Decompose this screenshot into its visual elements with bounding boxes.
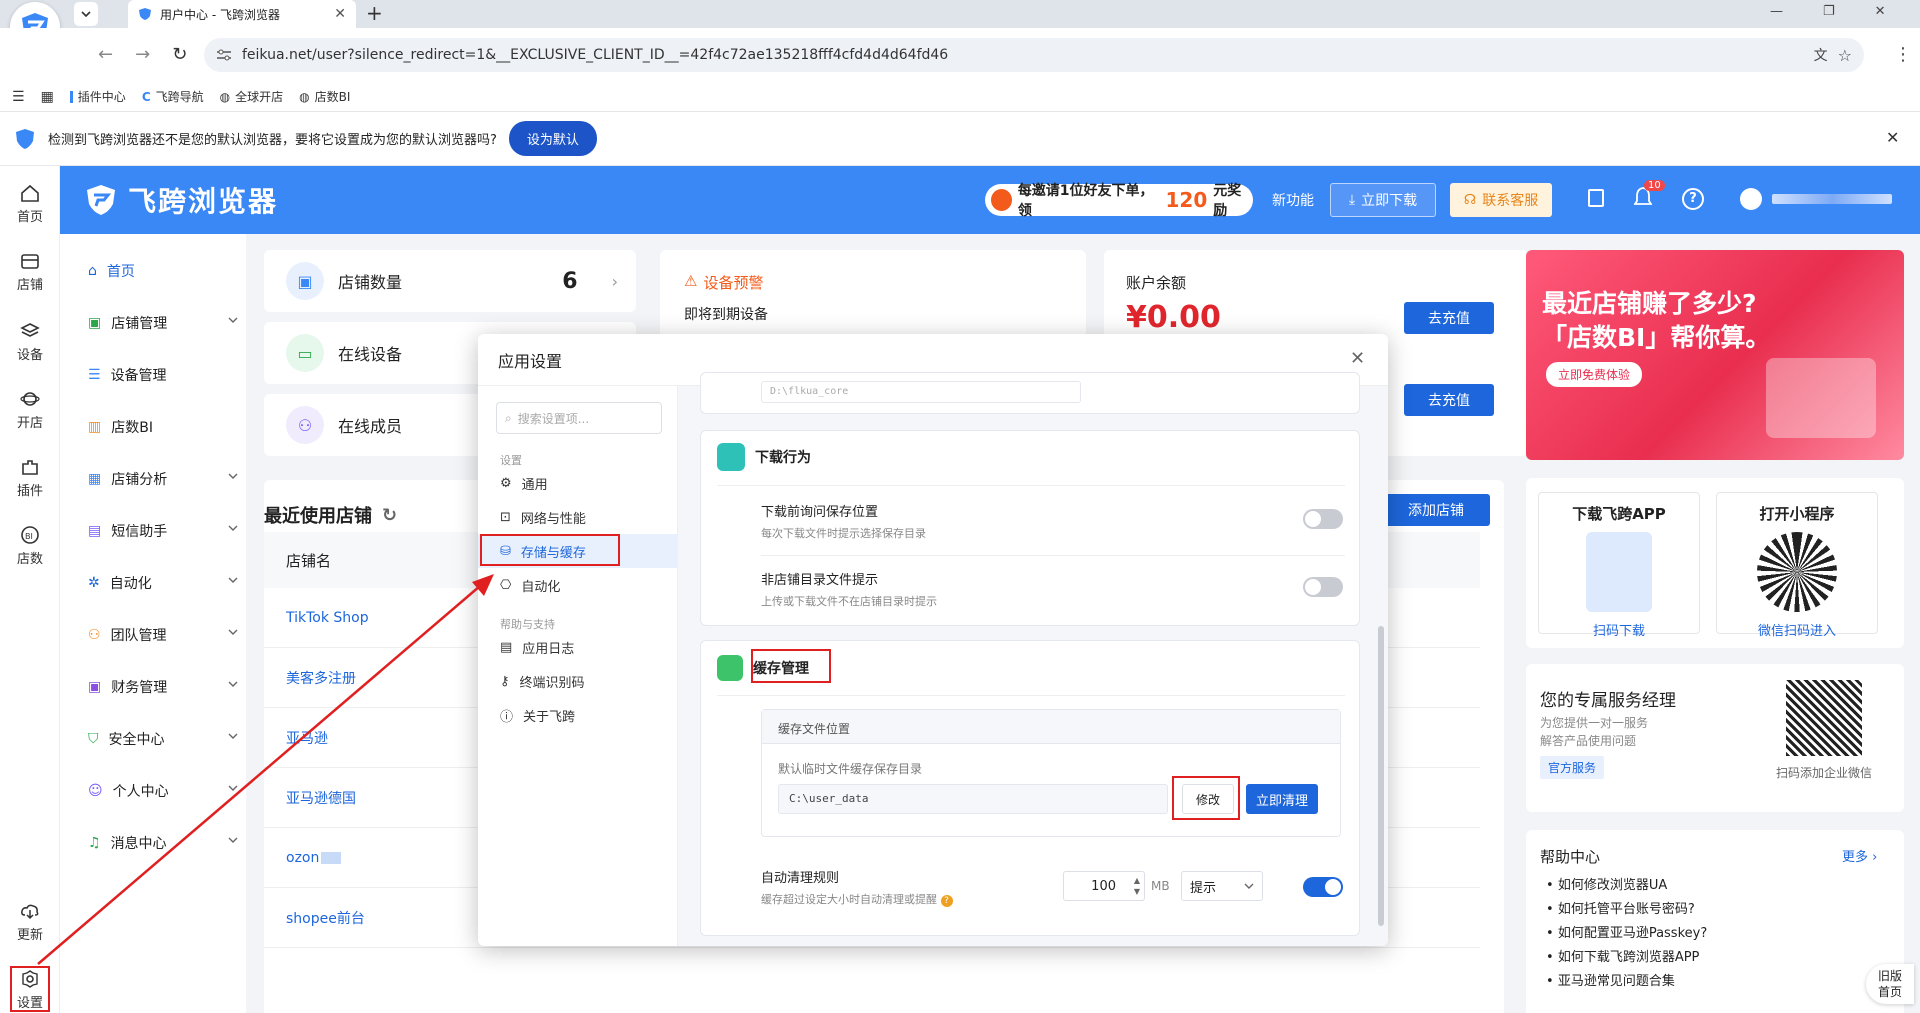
annotation-arrow xyxy=(37,574,494,965)
